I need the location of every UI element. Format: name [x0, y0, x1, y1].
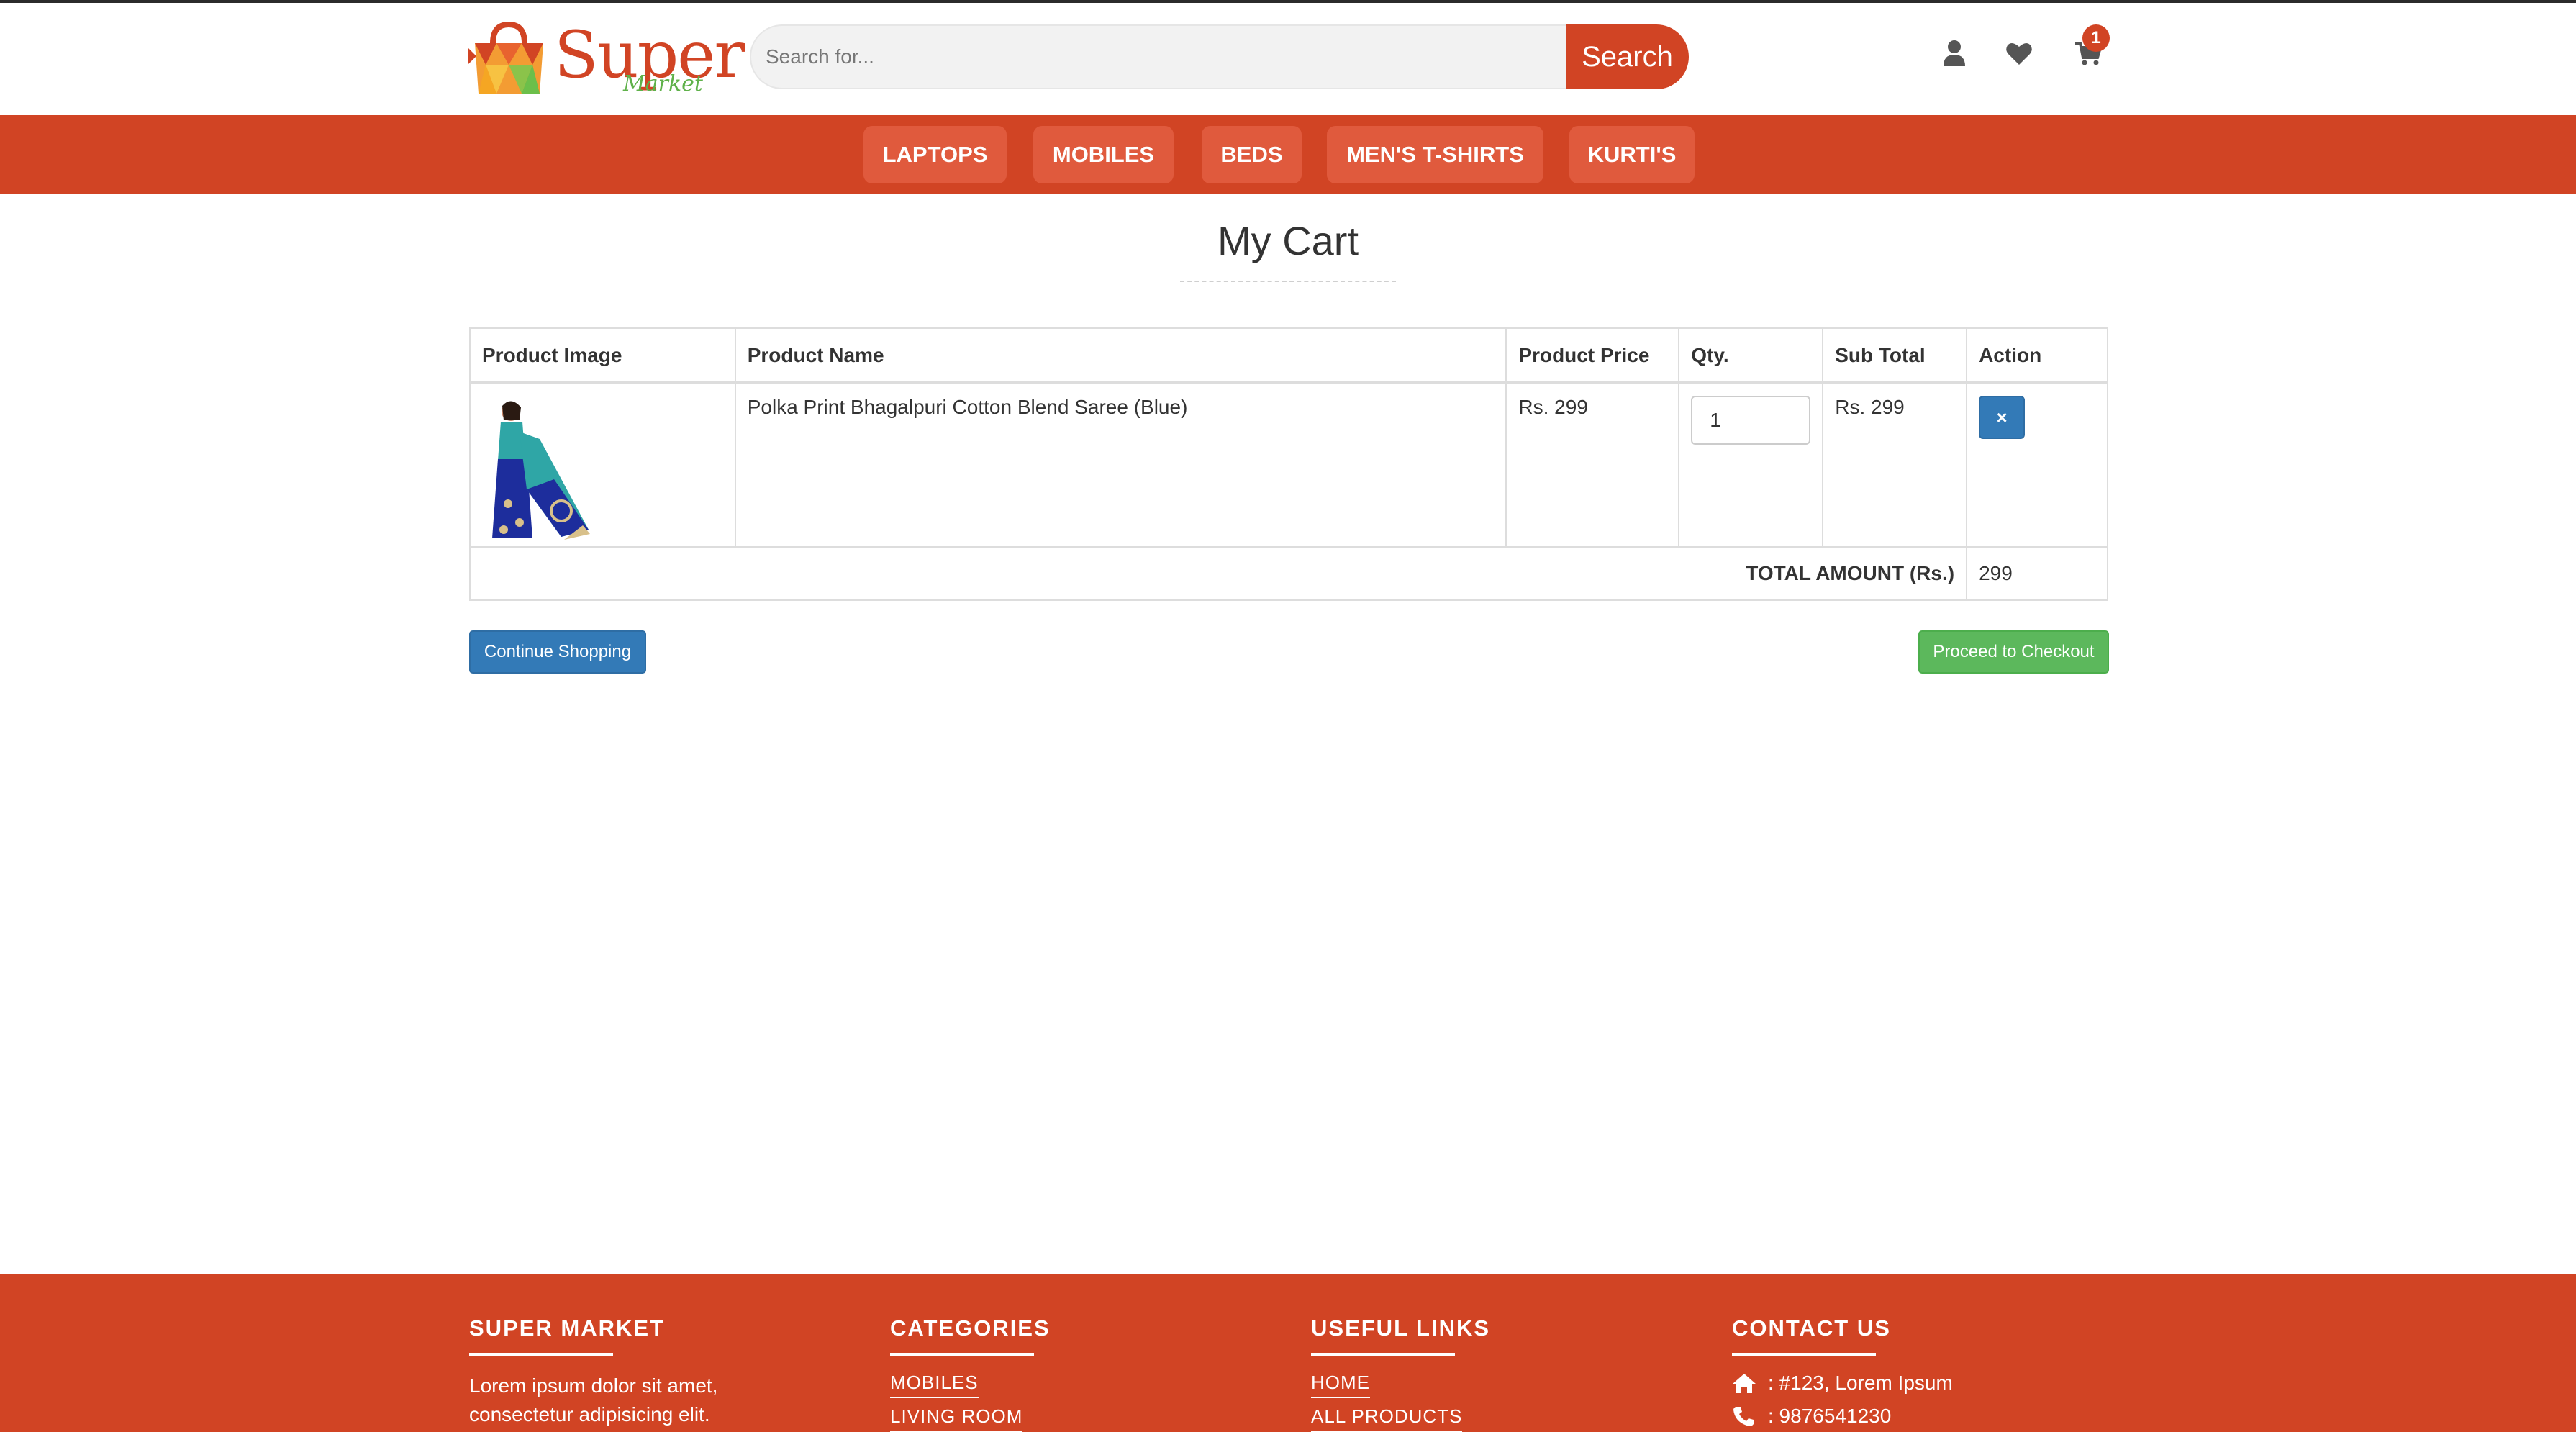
footer-heading-underline [469, 1353, 613, 1356]
nav-item-mens-tshirts[interactable]: MEN'S T-SHIRTS [1327, 126, 1543, 183]
product-image-cell [469, 382, 736, 548]
footer-link-all-products[interactable]: ALL PRODUCTS [1311, 1405, 1463, 1432]
nav-item-mobiles[interactable]: MOBILES [1033, 126, 1174, 183]
nav-item-beds[interactable]: BEDS [1202, 126, 1302, 183]
footer-heading-underline [890, 1353, 1034, 1356]
title-divider [1180, 281, 1396, 282]
footer-link-living-room[interactable]: LIVING ROOM [890, 1405, 1023, 1432]
quantity-input[interactable] [1691, 396, 1811, 445]
table-row: Polka Print Bhagalpuri Cotton Blend Sare… [469, 382, 2108, 548]
footer-phone-text: : 9876541230 [1768, 1405, 1892, 1427]
action-cell: × [1966, 382, 2108, 548]
footer-address-text: : #123, Lorem Ipsum [1768, 1372, 1953, 1394]
footer-useful-links: USEFUL LINKS HOME ALL PRODUCTS [1311, 1315, 1490, 1432]
total-row: TOTAL AMOUNT (Rs.) 299 [468, 546, 2108, 601]
remove-item-button[interactable]: × [1979, 396, 2026, 439]
cart-count-badge: 1 [2082, 24, 2110, 52]
footer-useful-links-heading: USEFUL LINKS [1311, 1315, 1491, 1341]
column-header-price: Product Price [1505, 327, 1680, 384]
category-navbar: LAPTOPS MOBILES BEDS MEN'S T-SHIRTS KURT… [0, 115, 2576, 194]
footer-heading-underline [1311, 1353, 1455, 1356]
footer-heading-underline [1732, 1353, 1876, 1356]
table-header-row: Product Image Product Name Product Price… [469, 327, 2108, 384]
proceed-to-checkout-button[interactable]: Proceed to Checkout [1918, 630, 2109, 674]
search-button[interactable]: Search [1566, 24, 1689, 89]
footer-link-home[interactable]: HOME [1311, 1372, 1370, 1398]
heart-icon[interactable] [2005, 39, 2033, 68]
logo-subtext: Market [623, 71, 703, 96]
column-header-action: Action [1966, 327, 2108, 384]
column-header-qty: Qty. [1678, 327, 1824, 384]
site-footer: SUPER MARKET Lorem ipsum dolor sit amet,… [0, 1274, 2576, 1432]
column-header-subtotal: Sub Total [1822, 327, 1968, 384]
home-icon [1733, 1374, 1756, 1393]
close-icon: × [1996, 407, 2008, 428]
footer-categories: CATEGORIES MOBILES LIVING ROOM [890, 1315, 1051, 1432]
product-price-cell: Rs. 299 [1505, 382, 1680, 548]
product-name-cell: Polka Print Bhagalpuri Cotton Blend Sare… [734, 382, 1507, 548]
column-header-image: Product Image [469, 327, 736, 384]
search-bar: Search [750, 24, 1689, 89]
shopping-bag-logo-icon [468, 22, 543, 94]
phone-icon [1733, 1407, 1754, 1426]
nav-item-laptops[interactable]: LAPTOPS [863, 126, 1007, 183]
cart-table: Product Image Product Name Product Price… [468, 327, 2108, 601]
footer-contact: CONTACT US : #123, Lorem Ipsum : 9876541… [1732, 1315, 1953, 1428]
footer-contact-heading: CONTACT US [1732, 1315, 1891, 1341]
total-amount-value: 299 [1966, 546, 2108, 601]
search-input[interactable] [750, 24, 1570, 89]
page-title: My Cart [1217, 218, 1359, 263]
total-amount-label: TOTAL AMOUNT (Rs.) [468, 546, 1968, 601]
footer-link-mobiles[interactable]: MOBILES [890, 1372, 979, 1398]
nav-item-kurtis[interactable]: KURTI'S [1569, 126, 1695, 183]
footer-about: SUPER MARKET Lorem ipsum dolor sit amet,… [469, 1315, 779, 1429]
footer-phone: : 9876541230 [1732, 1405, 1953, 1428]
product-image[interactable] [482, 396, 590, 540]
continue-shopping-button[interactable]: Continue Shopping [469, 630, 646, 674]
footer-about-text: Lorem ipsum dolor sit amet, consectetur … [469, 1374, 718, 1426]
column-header-name: Product Name [734, 327, 1507, 384]
user-icon[interactable] [1940, 39, 1969, 68]
site-header: Super Market Search 1 [0, 3, 2576, 115]
footer-address: : #123, Lorem Ipsum [1732, 1372, 1953, 1395]
qty-cell [1678, 382, 1824, 548]
footer-categories-heading: CATEGORIES [890, 1315, 1051, 1341]
site-logo[interactable]: Super Market [468, 22, 745, 101]
footer-about-heading: SUPER MARKET [469, 1315, 666, 1341]
subtotal-cell: Rs. 299 [1822, 382, 1968, 548]
